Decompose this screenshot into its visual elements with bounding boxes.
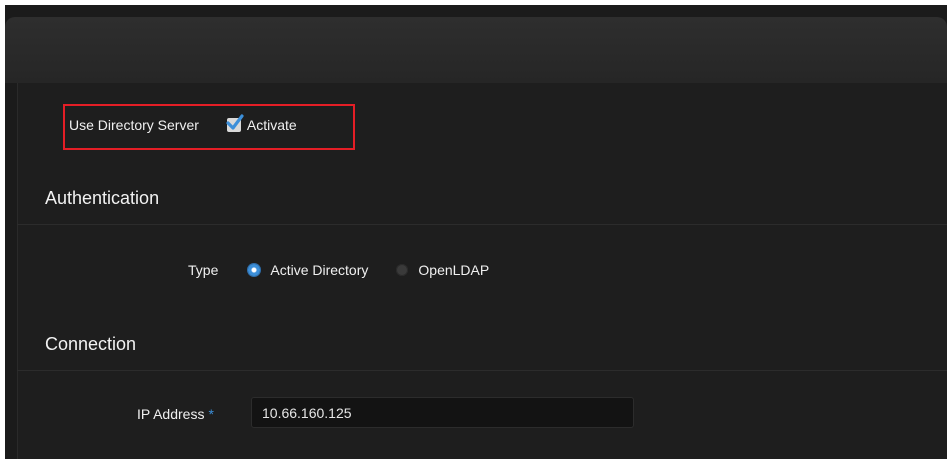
ip-address-label: IP Address — [137, 406, 205, 422]
type-row: Type Active Directory OpenLDAP — [188, 262, 489, 278]
activate-label[interactable]: Activate — [247, 117, 297, 133]
header-bar — [5, 17, 947, 83]
active-directory-label[interactable]: Active Directory — [270, 262, 368, 278]
activate-checkbox[interactable] — [226, 114, 244, 132]
authentication-title: Authentication — [45, 188, 160, 208]
required-marker: * — [208, 406, 214, 422]
directory-server-label: Use Directory Server — [69, 117, 199, 133]
radio-active-directory[interactable] — [248, 264, 261, 276]
settings-window: Use Directory Server Activate Authentica… — [5, 5, 947, 459]
connection-divider — [17, 370, 947, 371]
radio-openldap[interactable] — [396, 264, 409, 276]
ip-address-input[interactable] — [251, 397, 634, 428]
ip-address-row: IP Address * — [137, 406, 214, 422]
authentication-divider — [17, 224, 947, 225]
directory-server-row: Use Directory Server Activate — [69, 114, 297, 133]
openldap-label[interactable]: OpenLDAP — [418, 262, 489, 278]
checkmark-icon — [226, 114, 244, 130]
type-label: Type — [188, 262, 219, 278]
connection-title: Connection — [45, 334, 137, 354]
